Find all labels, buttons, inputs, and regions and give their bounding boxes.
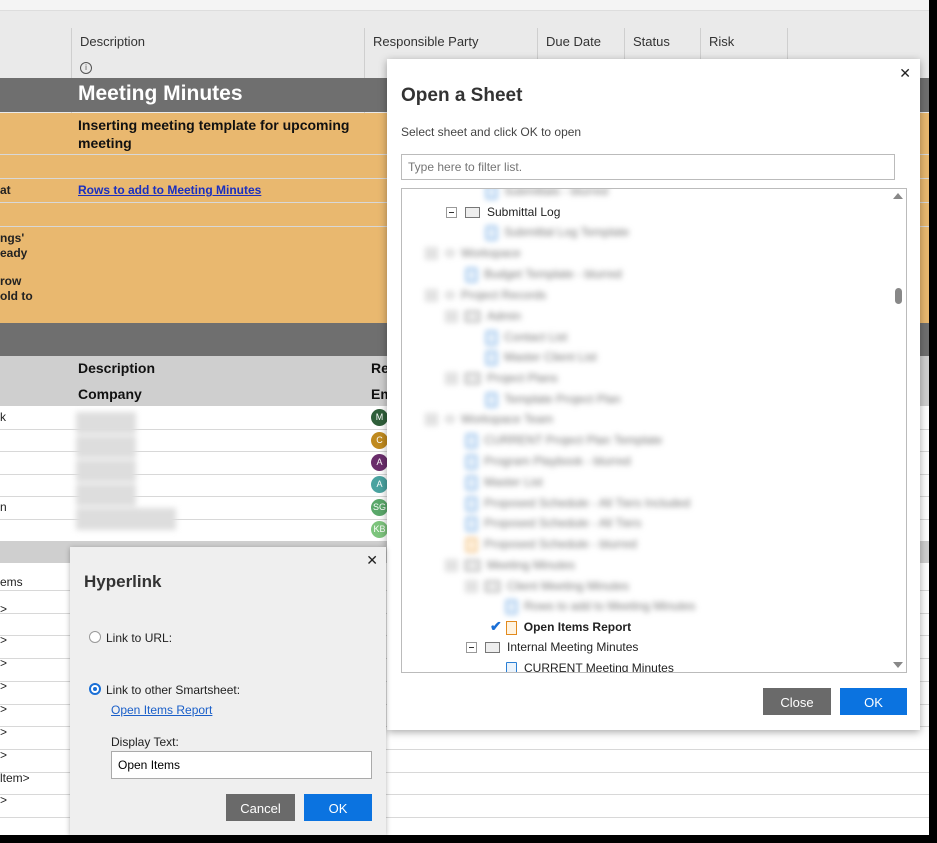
subheader-description: Description	[78, 360, 156, 376]
tree-item[interactable]: Proposed Schedule - All Tiers Included	[466, 493, 690, 513]
row-fragment: k	[0, 410, 6, 424]
link-to-smartsheet-radio[interactable]	[89, 683, 101, 695]
row-fragment: old to	[0, 289, 33, 303]
checkmark-icon: ✔	[490, 618, 502, 634]
link-to-url-label[interactable]: Link to URL:	[106, 631, 172, 645]
tree-item[interactable]: Contact List	[486, 327, 567, 347]
avatar: C	[371, 432, 388, 449]
ok-button[interactable]: OK	[304, 794, 372, 821]
ok-button[interactable]: OK	[840, 688, 907, 715]
avatar: M	[371, 409, 388, 426]
tree-item[interactable]: ⚇ Project Records	[426, 285, 546, 305]
subheader-company: Company	[78, 386, 142, 402]
tree-item-internal-meeting-minutes[interactable]: Internal Meeting Minutes	[466, 637, 638, 657]
toolbar-strip	[0, 0, 929, 11]
close-icon[interactable]: ✕	[899, 65, 911, 82]
row-fragment: >	[0, 633, 8, 647]
tree-item[interactable]: Submittal Log Template	[486, 222, 629, 242]
display-text-label: Display Text:	[111, 735, 179, 749]
sheet-tree[interactable]: Submittals - blurred Submittal Log Submi…	[401, 188, 907, 673]
avatar: A	[371, 476, 388, 493]
row-fragment: >	[0, 702, 8, 716]
dialog-title: Hyperlink	[84, 572, 162, 591]
folder-icon	[465, 207, 480, 219]
avatar: A	[371, 454, 388, 471]
collapse-icon[interactable]	[446, 207, 457, 219]
row-fragment: >	[0, 602, 8, 616]
row-fragment: ems	[0, 575, 23, 589]
collapse-icon[interactable]	[466, 642, 477, 654]
linked-sheet-link[interactable]: Open Items Report	[111, 703, 212, 717]
tree-item[interactable]: CURRENT Project Plan Template	[466, 430, 662, 450]
close-button[interactable]: Close	[763, 688, 831, 715]
tree-item[interactable]: Submittals - blurred	[486, 189, 608, 201]
scroll-down-icon[interactable]	[893, 662, 903, 668]
tree-item[interactable]: ⚇ Workspace	[426, 243, 521, 263]
column-header-description[interactable]: Description	[80, 34, 145, 64]
row-fragment: n	[0, 500, 7, 514]
row-fragment: eady	[0, 246, 28, 260]
tree-item[interactable]: Rows to add to Meeting Minutes	[506, 596, 695, 616]
tree-item[interactable]: Proposed Schedule - blurred	[466, 534, 637, 554]
link-to-smartsheet-label[interactable]: Link to other Smartsheet:	[106, 683, 240, 697]
row-fragment: row	[0, 274, 22, 288]
app-window: Description Responsible Party Due Date S…	[0, 0, 929, 835]
hyperlink-dialog: ✕ Hyperlink Link to URL: Link to other S…	[70, 547, 386, 835]
row-fragment: ltem>	[0, 771, 30, 785]
dialog-subtitle: Select sheet and click OK to open	[401, 125, 582, 139]
row-fragment: >	[0, 725, 8, 739]
row-fragment: >	[0, 656, 8, 670]
close-icon[interactable]: ✕	[366, 552, 378, 569]
tree-item[interactable]: Project Plans	[446, 368, 558, 388]
filter-input[interactable]	[401, 154, 895, 180]
tree-item[interactable]: ⚇ Workspace Team	[426, 409, 553, 429]
scrollbar-thumb[interactable]	[895, 288, 902, 304]
dialog-title: Open a Sheet	[401, 85, 523, 106]
folder-icon	[485, 642, 500, 654]
report-icon	[505, 620, 517, 635]
tree-item[interactable]: Master List	[466, 472, 543, 492]
template-note[interactable]: Inserting meeting template for upcoming …	[78, 116, 363, 152]
display-text-input[interactable]	[111, 751, 372, 779]
tree-item[interactable]: Master Client List	[486, 347, 597, 367]
tree-item[interactable]: Template Project Plan	[486, 389, 621, 409]
tree-item-open-items-report[interactable]: ✔ Open Items Report	[490, 616, 631, 636]
tree-item[interactable]: Proposed Schedule - All Tiers	[466, 513, 641, 533]
tree-item[interactable]: Budget Template - blurred	[466, 264, 622, 284]
row-fragment: at	[0, 183, 11, 197]
avatar: KB	[371, 521, 388, 538]
open-sheet-dialog: ✕ Open a Sheet Select sheet and click OK…	[387, 59, 920, 730]
avatar: SG	[371, 499, 388, 516]
sheet-icon	[506, 661, 517, 672]
tree-item[interactable]: Admin	[446, 306, 521, 326]
scroll-up-icon[interactable]	[893, 193, 903, 199]
tree-item[interactable]: Program Playbook - blurred	[466, 451, 631, 471]
rows-link[interactable]: Rows to add to Meeting Minutes	[78, 183, 261, 197]
cancel-button[interactable]: Cancel	[226, 794, 295, 821]
tree-item-submittal-log[interactable]: Submittal Log	[446, 202, 560, 222]
row-fragment: >	[0, 793, 8, 807]
info-icon[interactable]: i	[80, 62, 92, 74]
section-title: Meeting Minutes	[78, 82, 243, 105]
row-fragment: >	[0, 679, 8, 693]
tree-item-current-meeting-minutes[interactable]: CURRENT Meeting Minutes	[506, 658, 674, 672]
row-fragment: ngs'	[0, 231, 25, 245]
tree-item[interactable]: Client Meeting Minutes	[466, 576, 629, 596]
tree-item[interactable]: Meeting Minutes	[446, 555, 575, 575]
link-to-url-radio[interactable]	[89, 631, 101, 643]
row-fragment: >	[0, 748, 8, 762]
blurred-company-cells	[76, 410, 276, 535]
